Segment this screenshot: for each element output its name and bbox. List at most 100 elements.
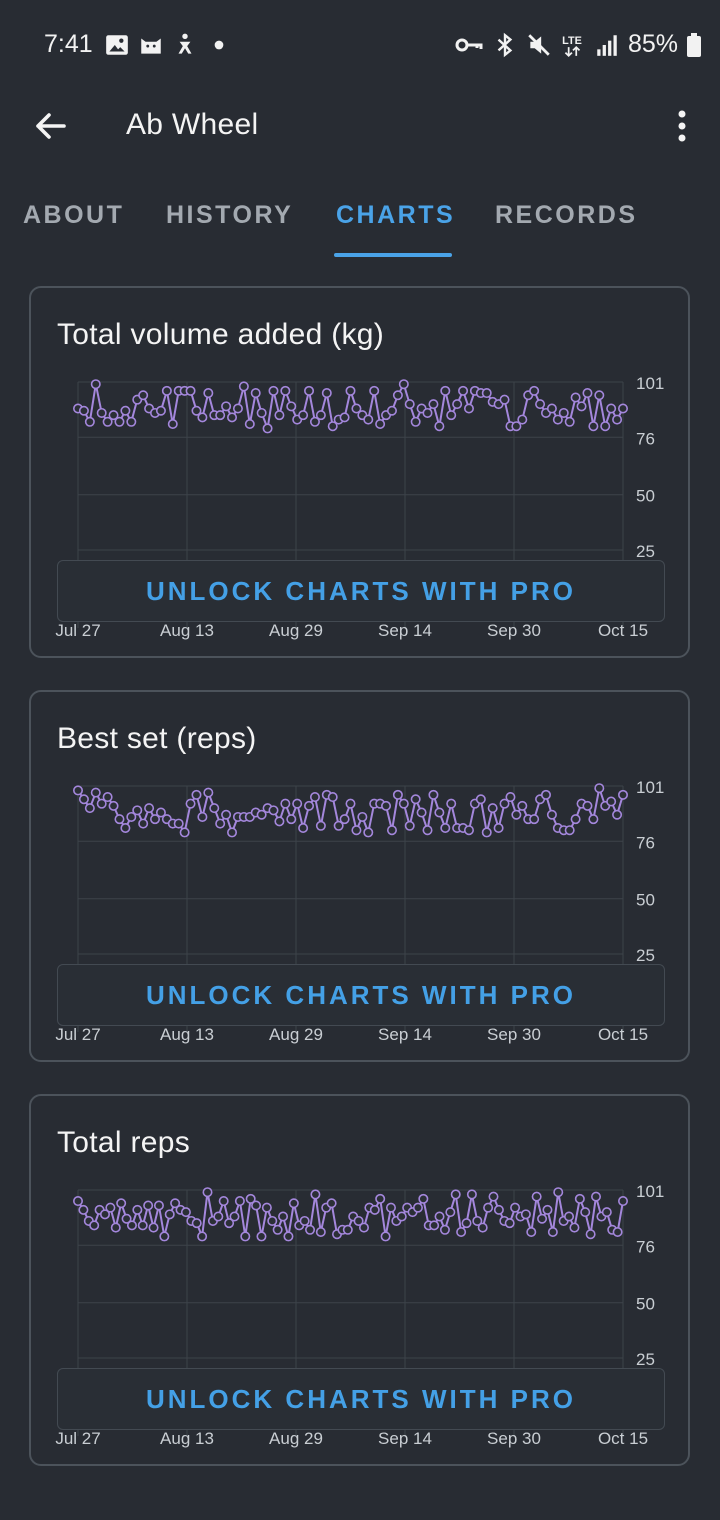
data-point xyxy=(537,1213,548,1224)
data-point xyxy=(553,1187,564,1198)
data-point xyxy=(138,390,149,401)
x-tick-label: Aug 13 xyxy=(160,621,214,640)
data-point xyxy=(569,1222,580,1233)
data-point xyxy=(298,410,309,421)
unlock-label: UNLOCK CHARTS WITH PRO xyxy=(146,979,576,1010)
data-point xyxy=(450,1189,461,1200)
more-options-icon[interactable] xyxy=(668,104,696,148)
data-point xyxy=(475,794,486,805)
data-point xyxy=(398,798,409,809)
data-point xyxy=(428,789,439,800)
data-point xyxy=(582,388,593,399)
data-point xyxy=(606,796,617,807)
data-point xyxy=(143,1200,154,1211)
data-point xyxy=(380,1231,391,1242)
y-tick-label: 25 xyxy=(636,946,655,965)
data-point xyxy=(517,800,528,811)
data-point xyxy=(570,814,581,825)
mute-icon xyxy=(528,33,550,56)
data-point xyxy=(564,825,575,836)
x-tick-label: Aug 13 xyxy=(160,1429,214,1448)
data-point xyxy=(90,379,101,390)
data-point xyxy=(137,1220,148,1231)
data-point xyxy=(357,811,368,822)
data-point xyxy=(369,1204,380,1215)
data-point xyxy=(505,792,516,803)
data-point xyxy=(396,1211,407,1222)
data-point xyxy=(463,403,474,414)
signal-icon xyxy=(597,34,617,56)
data-point xyxy=(410,416,421,427)
data-point xyxy=(203,787,214,798)
data-point xyxy=(493,823,504,834)
notification-icons xyxy=(104,32,232,58)
data-point xyxy=(191,789,202,800)
data-point xyxy=(428,399,439,410)
data-point xyxy=(179,827,190,838)
data-point xyxy=(240,1231,251,1242)
data-point xyxy=(215,818,226,829)
data-point xyxy=(267,1215,278,1226)
data-point xyxy=(410,794,421,805)
data-point xyxy=(422,407,433,418)
data-point xyxy=(251,1200,262,1211)
gallery-icon xyxy=(106,35,128,55)
data-point xyxy=(547,1227,558,1238)
unlock-pro-button[interactable]: UNLOCK CHARTS WITH PRO xyxy=(57,560,665,622)
data-point xyxy=(612,809,623,820)
data-point xyxy=(167,419,178,430)
data-point xyxy=(483,1202,494,1213)
x-tick-label: Sep 30 xyxy=(487,1025,541,1044)
data-point xyxy=(517,414,528,425)
data-point xyxy=(78,405,89,416)
data-point xyxy=(89,1220,100,1231)
data-point xyxy=(612,414,623,425)
x-tick-label: Jul 27 xyxy=(55,1025,100,1044)
data-point xyxy=(601,1207,612,1218)
x-tick-label: Aug 29 xyxy=(269,621,323,640)
data-point xyxy=(274,410,285,421)
lte-icon: LTE xyxy=(562,34,582,57)
data-point xyxy=(416,807,427,818)
data-point xyxy=(232,403,243,414)
data-point xyxy=(591,1191,602,1202)
data-point xyxy=(358,1222,369,1233)
data-point xyxy=(434,807,445,818)
data-point xyxy=(558,407,569,418)
x-tick-label: Sep 14 xyxy=(378,1025,432,1044)
data-point xyxy=(280,798,291,809)
x-tick-label: Oct 15 xyxy=(598,1429,648,1448)
back-arrow-icon[interactable] xyxy=(30,106,70,146)
data-point xyxy=(493,1204,504,1215)
data-point xyxy=(218,1196,229,1207)
data-point xyxy=(132,805,143,816)
data-point xyxy=(404,399,415,410)
data-point xyxy=(422,825,433,836)
chart-card-total-volume: 101 76 50 25 Jul 27 Aug 13 Aug 29 Sep 14 Sep 30 O… xyxy=(29,286,690,658)
data-point xyxy=(369,385,380,396)
unlock-pro-button[interactable]: UNLOCK CHARTS WITH PRO xyxy=(57,1368,665,1430)
data-point xyxy=(351,825,362,836)
data-point xyxy=(203,388,214,399)
tab-history[interactable]: HISTORY xyxy=(166,201,293,230)
tab-records[interactable]: RECORDS xyxy=(495,201,638,230)
data-point xyxy=(234,1196,245,1207)
tab-about[interactable]: ABOUT xyxy=(23,201,124,230)
data-point xyxy=(256,1231,267,1242)
battery-percent: 85% xyxy=(627,30,678,58)
data-point xyxy=(227,412,238,423)
data-point xyxy=(197,811,208,822)
data-point xyxy=(78,1204,89,1215)
data-point xyxy=(305,1224,316,1235)
data-point xyxy=(132,1204,143,1215)
y-tick-label: 76 xyxy=(636,429,655,448)
y-tick-label: 25 xyxy=(636,1350,655,1369)
x-tick-label: Oct 15 xyxy=(598,1025,648,1044)
data-point xyxy=(386,405,397,416)
unlock-label: UNLOCK CHARTS WITH PRO xyxy=(146,1383,576,1414)
unlock-pro-button[interactable]: UNLOCK CHARTS WITH PRO xyxy=(57,964,665,1026)
data-point xyxy=(180,1207,191,1218)
data-point xyxy=(244,419,255,430)
data-point xyxy=(309,792,320,803)
tab-charts[interactable]: CHARTS xyxy=(336,201,455,230)
